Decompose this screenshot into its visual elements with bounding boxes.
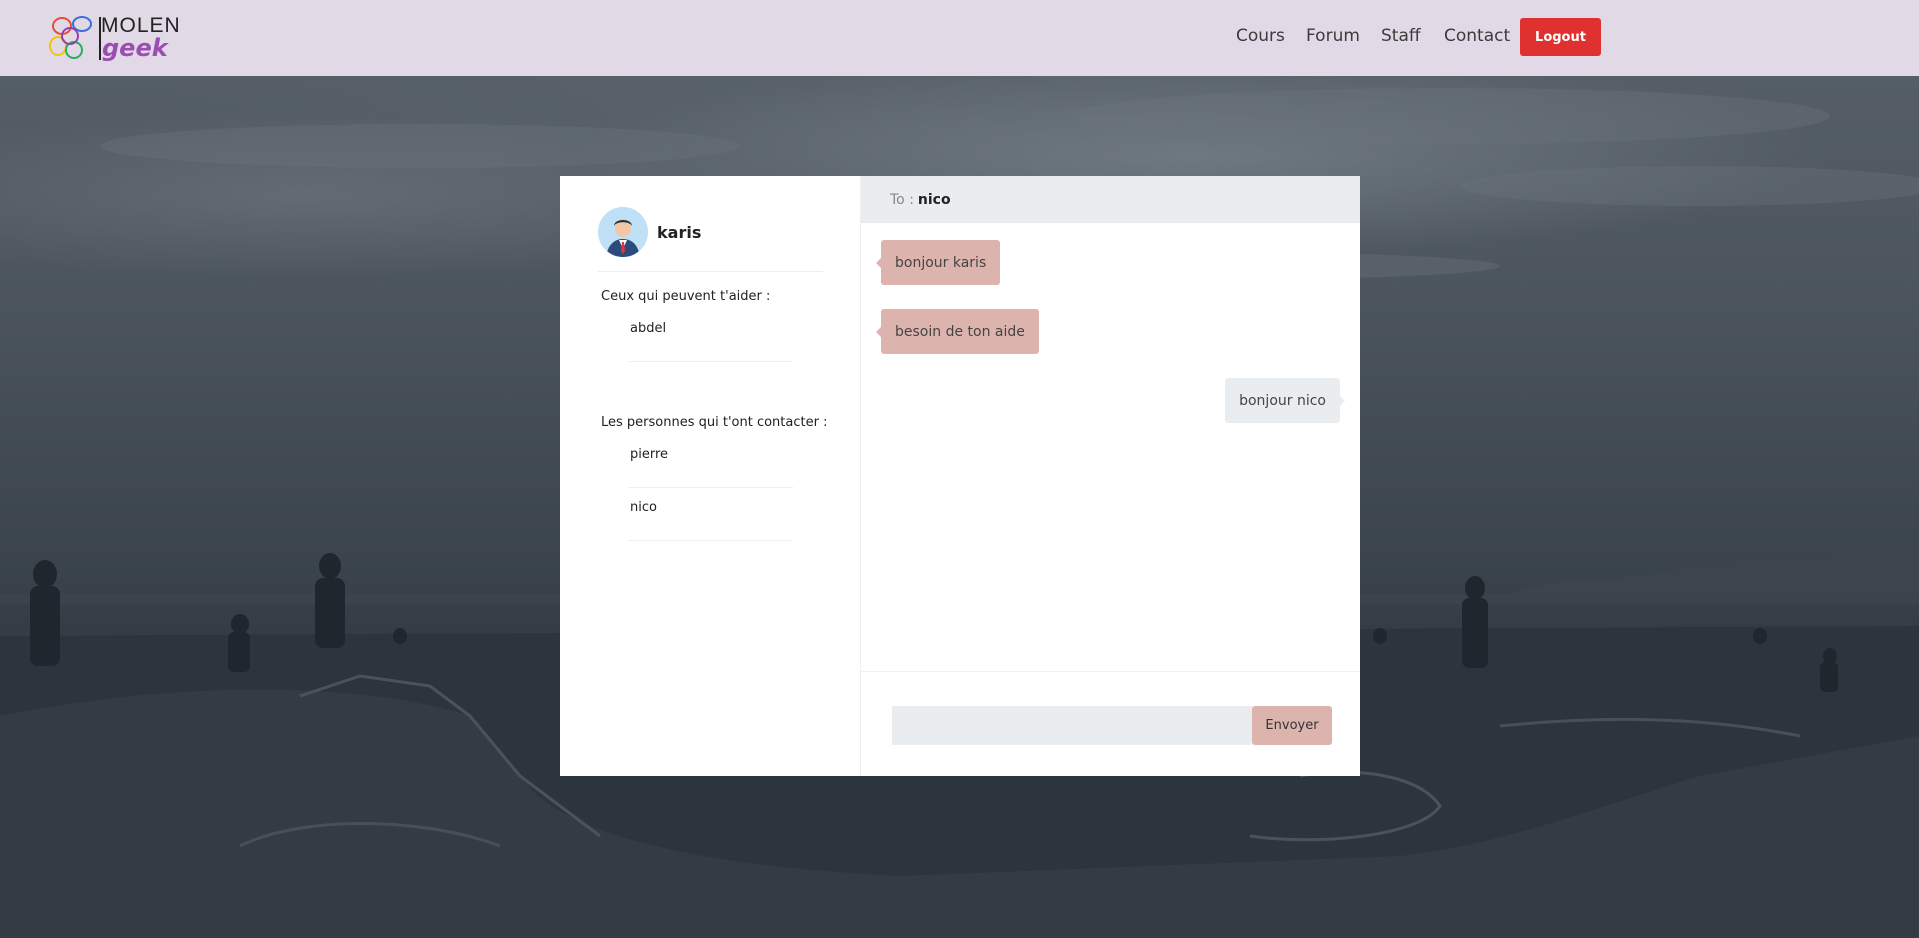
user-name: karis — [657, 222, 702, 242]
helper-item-abdel[interactable]: abdel — [628, 310, 793, 362]
logo-knot-icon — [49, 16, 92, 59]
send-button[interactable]: Envoyer — [1252, 706, 1332, 745]
recipient-header: To : nico — [861, 176, 1360, 223]
to-label: To : — [890, 191, 914, 208]
message-incoming: bonjour karis — [875, 240, 1001, 285]
contacted-label: Les personnes qui t'ont contacter : — [601, 415, 828, 430]
nav-link-staff[interactable]: Staff — [1381, 26, 1421, 46]
conversation-panel: To : nico bonjour karis besoin de ton ai… — [861, 176, 1360, 776]
recipient-name: nico — [917, 191, 951, 208]
profile-divider — [598, 271, 823, 272]
contacts-panel: karis Ceux qui peuvent t'aider : abdel L… — [560, 176, 861, 776]
contacted-item-pierre[interactable]: pierre — [628, 436, 793, 488]
navbar: MOLEN geek Cours Forum Staff Contact Log… — [0, 0, 1919, 76]
molengeek-logo[interactable]: MOLEN geek — [46, 12, 180, 64]
compose-divider — [861, 671, 1360, 672]
logo-text-bottom: geek — [102, 34, 168, 62]
contacted-item-nico[interactable]: nico — [628, 489, 793, 541]
nav-link-contact[interactable]: Contact — [1444, 26, 1510, 46]
user-profile: karis — [598, 206, 701, 258]
message-incoming: besoin de ton aide — [876, 309, 1039, 354]
chat-card: karis Ceux qui peuvent t'aider : abdel L… — [560, 176, 1360, 776]
nav-link-forum[interactable]: Forum — [1306, 26, 1360, 46]
logout-button[interactable]: Logout — [1520, 18, 1601, 56]
helpers-label: Ceux qui peuvent t'aider : — [601, 289, 771, 304]
user-avatar-icon — [598, 207, 648, 257]
message-outgoing: bonjour nico — [1225, 378, 1345, 423]
nav-link-cours[interactable]: Cours — [1236, 26, 1285, 46]
message-input[interactable] — [892, 706, 1252, 745]
